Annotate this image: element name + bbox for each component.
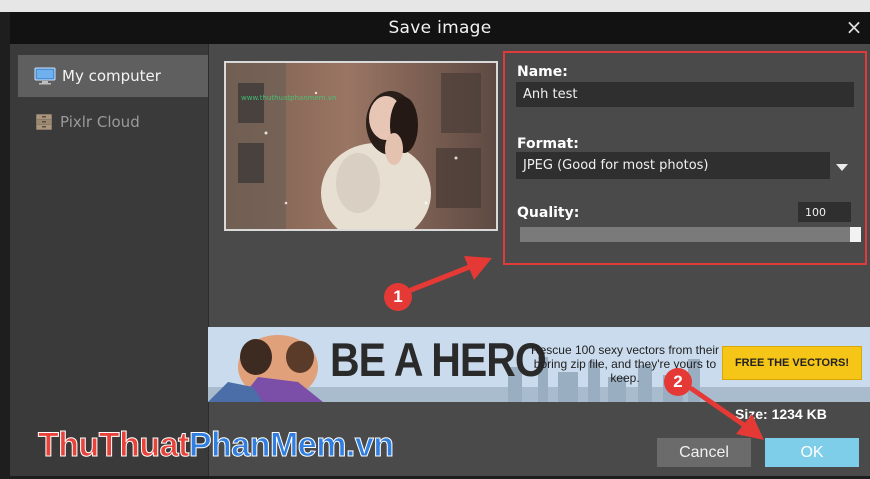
sidebar-item-my-computer[interactable]: My computer <box>18 55 208 97</box>
name-label: Name: <box>517 64 568 80</box>
ad-body: Rescue 100 sexy vectors from their borin… <box>530 343 720 385</box>
watermark-part-1: ThuThuat <box>38 426 190 465</box>
close-icon[interactable]: × <box>844 16 864 38</box>
sidebar-item-label: My computer <box>62 67 161 85</box>
ad-headline: BE A HERO <box>330 333 547 387</box>
app-frame: Save image × My computer Pixlr Cloud www… <box>0 0 870 479</box>
file-size: Size: 1234 KB <box>735 406 827 422</box>
quality-input[interactable]: 100 <box>798 202 851 222</box>
ad-cta-button[interactable]: FREE THE VECTORS! <box>722 346 862 380</box>
chevron-down-icon[interactable] <box>836 164 848 171</box>
save-panel: www.thuthuatphanmem.vn Name: Anh test Fo… <box>208 44 870 476</box>
sidebar-item-label: Pixlr Cloud <box>60 113 140 131</box>
sidebar-item-pixlr-cloud[interactable]: Pixlr Cloud <box>18 101 208 143</box>
monitor-icon <box>34 67 56 85</box>
watermark-logo: ThuThuatPhanMem.vn <box>38 426 395 465</box>
name-input[interactable]: Anh test <box>516 82 854 107</box>
ok-button[interactable]: OK <box>765 438 859 467</box>
top-edge <box>0 0 870 12</box>
preview-photo: www.thuthuatphanmem.vn <box>226 63 496 229</box>
format-label: Format: <box>517 136 579 152</box>
quality-slider-thumb[interactable] <box>850 227 861 242</box>
quality-slider[interactable] <box>520 227 861 242</box>
ad-banner[interactable]: BE A HERO Rescue 100 sexy vectors from t… <box>208 327 870 402</box>
quality-label: Quality: <box>517 205 580 221</box>
destination-sidebar: My computer Pixlr Cloud <box>10 44 208 476</box>
quality-slider-fill <box>520 227 861 242</box>
format-select[interactable]: JPEG (Good for most photos) <box>516 152 830 179</box>
dialog-titlebar: Save image × <box>10 12 870 44</box>
step-badge-2: 2 <box>664 368 692 396</box>
dialog-title: Save image <box>388 18 492 38</box>
cancel-button[interactable]: Cancel <box>657 438 751 467</box>
cloud-storage-icon <box>36 114 52 130</box>
watermark-part-2: PhanMem.vn <box>188 426 394 465</box>
step-badge-1: 1 <box>384 283 412 311</box>
image-preview: www.thuthuatphanmem.vn <box>224 61 498 231</box>
divider <box>208 44 209 476</box>
svg-text:www.thuthuatphanmem.vn: www.thuthuatphanmem.vn <box>241 94 336 102</box>
